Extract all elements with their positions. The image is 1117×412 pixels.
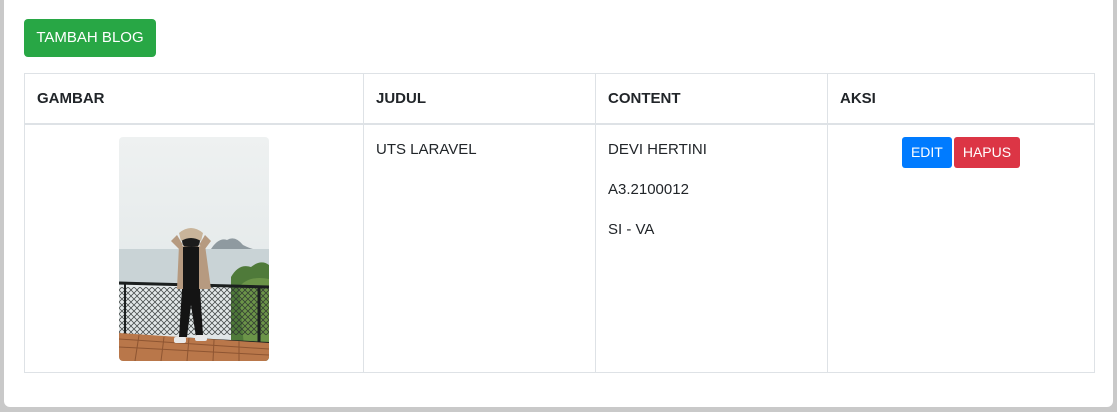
judul-cell: UTS LARAVEL [363,123,596,373]
blog-table: GAMBAR JUDUL CONTENT AKSI UTS LARAVEL DE… [24,73,1095,373]
actions-cell: EDIT HAPUS [827,123,1095,373]
image-cell [24,123,364,373]
add-blog-button[interactable]: TAMBAH BLOG [24,19,156,57]
content-line-class: SI - VA [608,220,655,238]
column-header-gambar: GAMBAR [24,73,364,125]
blog-image [119,136,269,361]
table-row: UTS LARAVEL DEVI HERTINI A3.2100012 SI -… [24,123,1095,373]
column-header-aksi: AKSI [827,73,1095,125]
blog-card: TAMBAH BLOG GAMBAR JUDUL CONTENT AKSI UT… [4,0,1113,407]
content-line-name: DEVI HERTINI [608,140,707,158]
column-header-content: CONTENT [595,73,828,125]
content-line-id: A3.2100012 [608,180,689,198]
column-header-judul: JUDUL [363,73,596,125]
edit-button[interactable]: EDIT [901,136,952,168]
blog-title: UTS LARAVEL [376,140,477,158]
table-header-row: GAMBAR JUDUL CONTENT AKSI [24,73,1095,125]
delete-button[interactable]: HAPUS [953,136,1021,168]
content-cell: DEVI HERTINI A3.2100012 SI - VA [595,123,828,373]
